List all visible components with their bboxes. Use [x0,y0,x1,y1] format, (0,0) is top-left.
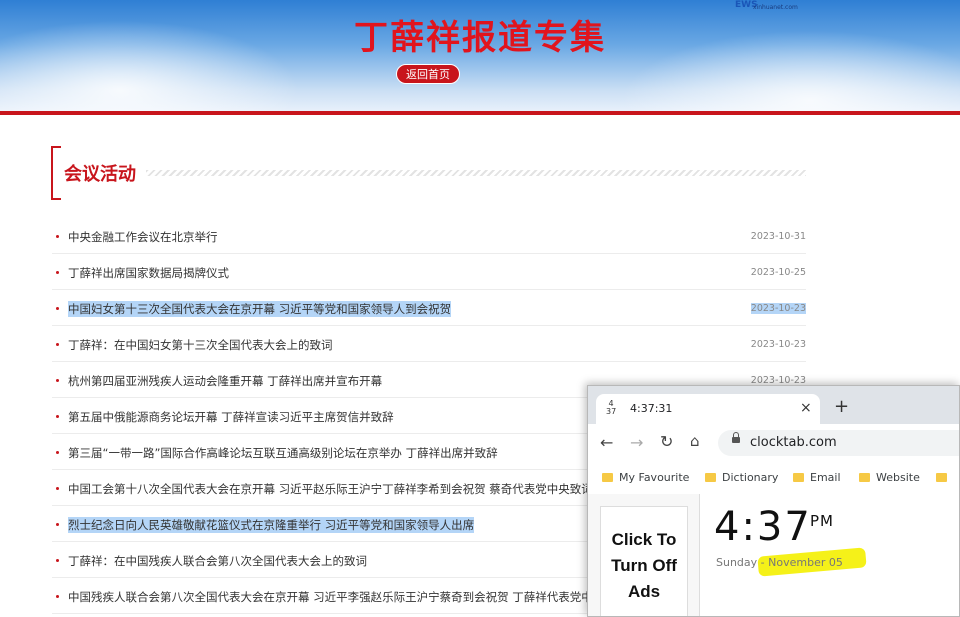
bookmark-email[interactable]: Email [793,471,841,484]
news-title[interactable]: 中国工会第十八次全国代表大会在京开幕 习近平赵乐际王沪宁丁薛祥李希到会祝贺 蔡奇… [68,481,593,497]
bullet-icon [56,523,59,526]
news-title[interactable]: 烈士纪念日向人民英雄敬献花篮仪式在京隆重举行 习近平等党和国家领导人出席 [68,517,475,533]
ad-text: Click To Turn Off Ads [601,527,687,605]
news-title[interactable]: 第五届中俄能源商务论坛开幕 丁薛祥宣读习近平主席贺信并致辞 [68,409,394,425]
bookmark-label: Dictionary [722,471,779,484]
page-title: 丁薛祥报道专集 [354,18,606,58]
bullet-icon [56,415,59,418]
bullet-icon [56,343,59,346]
forward-arrow-icon[interactable]: → [630,433,643,452]
home-button[interactable]: 返回首页 [396,64,460,84]
bookmark-label: Email [810,471,841,484]
new-tab-icon[interactable]: + [834,396,849,417]
url-text: clocktab.com [750,435,837,450]
bookmark-overflow[interactable] [936,471,953,484]
bookmark-dictionary[interactable]: Dictionary [705,471,778,484]
news-date: 2023-10-31 [750,231,806,242]
news-item[interactable]: 中央金融工作会议在北京举行 2023-10-31 [52,218,806,254]
reload-icon[interactable]: ↻ [660,432,673,451]
folder-icon [602,473,613,482]
clock-time: 4:37 [714,504,812,550]
bullet-icon [56,595,59,598]
address-bar[interactable]: clocktab.com [718,430,959,456]
ad-line: Click To [611,530,677,549]
bullet-icon [56,379,59,382]
folder-icon [793,473,804,482]
ad-panel: Click To Turn Off Ads [588,494,700,616]
news-title[interactable]: 丁薛祥出席国家数据局揭牌仪式 [68,265,229,281]
clock-favicon-icon: 4 37 [606,400,616,416]
folder-icon [705,473,716,482]
news-title[interactable]: 丁薛祥：在中国妇女第十三次全国代表大会上的致词 [68,337,333,353]
bookmark-label: My Favourite [619,471,690,484]
news-item[interactable]: 丁薛祥：在中国妇女第十三次全国代表大会上的致词 2023-10-23 [52,326,806,362]
news-title[interactable]: 丁薛祥：在中国残疾人联合会第八次全国代表大会上的致词 [68,553,367,569]
clock-day: Sunday [716,556,758,569]
folder-icon [859,473,870,482]
news-date: 2023-10-23 [750,339,806,350]
browser-window: 4 37 4:37:31 × + ← → ↻ ⌂ clocktab.com My… [587,385,960,617]
back-arrow-icon[interactable]: ← [600,433,613,452]
news-title[interactable]: 中国妇女第十三次全国代表大会在京开幕 习近平等党和国家领导人到会祝贺 [68,301,452,317]
ad-line: Ads [627,582,661,601]
news-date: 2023-10-23 [750,303,806,314]
banner-divider [0,111,960,115]
bullet-icon [56,271,59,274]
news-title[interactable]: 中国残疾人联合会第八次全国代表大会在京开幕 习近平李强赵乐际王沪宁蔡奇到会祝贺 … [68,589,627,605]
bullet-icon [56,307,59,310]
section-bracket [51,146,61,200]
news-date: 2023-10-25 [750,267,806,278]
favicon-minute: 37 [606,407,617,416]
turn-off-ads-button[interactable]: Click To Turn Off Ads [600,506,688,616]
bullet-icon [56,487,59,490]
browser-toolbar: ← → ↻ ⌂ clocktab.com [588,424,959,462]
close-icon[interactable]: × [800,400,812,416]
page-banner: EWS xinhuanet.com 丁薛祥报道专集 返回首页 [0,0,960,112]
news-title[interactable]: 第三届“一带一路”国际合作高峰论坛互联互通高级别论坛在京举办 丁薛祥出席并致辞 [68,445,498,461]
tab-title: 4:37:31 [630,402,673,415]
bullet-icon [56,235,59,238]
clock-date: November 05 [768,556,843,569]
clock-sep: - [760,556,765,569]
bookmark-website[interactable]: Website [859,471,920,484]
news-title[interactable]: 中央金融工作会议在北京举行 [68,229,218,245]
clock-ampm: PM [810,512,834,530]
bookmarks-bar: My Favourite Dictionary Email Website [588,462,959,495]
news-title[interactable]: 杭州第四届亚洲残疾人运动会隆重开幕 丁薛祥出席并宣布开幕 [68,373,382,389]
bookmark-my-favourite[interactable]: My Favourite [602,471,689,484]
ad-line: Turn Off [611,556,677,575]
news-item[interactable]: 中国妇女第十三次全国代表大会在京开幕 习近平等党和国家领导人到会祝贺 2023-… [52,290,806,326]
section-divider [146,170,806,176]
clocktab-page: Click To Turn Off Ads 4:37 PM Sunday - N… [588,494,959,616]
bullet-icon [56,451,59,454]
clock-date-line: Sunday - November 05 [716,556,843,569]
bullet-icon [56,559,59,562]
section-title: 会议活动 [64,164,136,185]
browser-tab[interactable]: 4 37 4:37:31 × [596,394,820,424]
news-item[interactable]: 丁薛祥出席国家数据局揭牌仪式 2023-10-25 [52,254,806,290]
bookmark-label: Website [876,471,920,484]
lock-icon[interactable] [732,432,740,443]
folder-icon [936,473,947,482]
home-icon[interactable]: ⌂ [690,432,700,450]
